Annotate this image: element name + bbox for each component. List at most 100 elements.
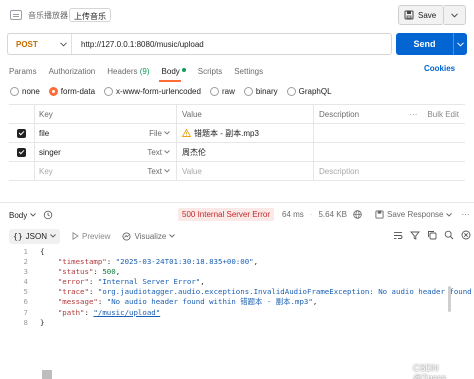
key-cell[interactable]: file File (35, 124, 177, 142)
request-name[interactable]: 上传音乐 (69, 8, 111, 22)
radio-button[interactable] (10, 86, 19, 96)
body-type-graphql[interactable]: GraphQL (286, 86, 332, 96)
more-options-icon[interactable]: ··· (461, 210, 469, 219)
row-enabled-checkbox[interactable] (17, 128, 26, 138)
tab-headers[interactable]: Headers (9) (107, 67, 149, 76)
type-select[interactable]: Text (147, 167, 170, 176)
tab-body[interactable]: Body (162, 67, 186, 76)
table-header-row: Key Value Description ··· Bulk Edit (9, 105, 465, 124)
type-select[interactable]: File (149, 129, 170, 138)
response-size[interactable]: 5.64 KB (318, 210, 346, 219)
tab-settings[interactable]: Settings (234, 67, 263, 76)
send-button[interactable]: Send (396, 33, 453, 55)
body-type-label: form-data (60, 86, 96, 96)
file-chip[interactable]: 错题本 - 副本.mp3 (182, 128, 259, 139)
radio-button[interactable] (243, 86, 253, 96)
radio-button[interactable] (209, 86, 219, 96)
status-badge[interactable]: 500 Internal Server Error (178, 208, 275, 221)
description-cell[interactable] (314, 143, 465, 161)
more-options-icon[interactable]: ··· (409, 110, 417, 119)
body-type-raw[interactable]: raw (209, 86, 235, 96)
save-label: Save (418, 10, 437, 20)
line-number: 7 (23, 307, 28, 317)
json-key: "error" (57, 277, 89, 287)
vertical-scrollbar[interactable] (448, 286, 451, 312)
breadcrumb-separator: / (64, 10, 67, 19)
horizontal-scrollbar-thumb[interactable] (42, 370, 52, 379)
row-checkbox-cell (9, 162, 35, 180)
cookies-link[interactable]: Cookies (424, 64, 455, 73)
history-icon[interactable] (43, 210, 53, 220)
response-body-tab[interactable]: Body (9, 210, 53, 220)
clear-icon[interactable] (461, 230, 471, 240)
radio-button[interactable] (104, 86, 114, 96)
json-link-value[interactable]: "/music/upload" (93, 308, 160, 318)
search-icon[interactable] (444, 230, 454, 240)
tab-scripts[interactable]: Scripts (198, 67, 222, 76)
preview-label: Preview (81, 231, 111, 241)
chevron-down-icon (164, 150, 170, 154)
chevron-down-icon (446, 212, 453, 217)
key-value: file (39, 128, 50, 138)
json-brace-close: } (40, 317, 45, 327)
headers-count: (9) (139, 66, 150, 76)
save-options-button[interactable] (444, 5, 466, 25)
value-placeholder: Value (182, 166, 202, 176)
json-value: "Internal Server Error" (97, 277, 201, 287)
preview-button[interactable]: Preview (72, 232, 110, 241)
row-checkbox-cell (9, 124, 35, 142)
method-select[interactable]: POST (8, 34, 72, 54)
tab-params[interactable]: Params (9, 67, 37, 76)
description-placeholder: Description (319, 166, 360, 176)
json-key: "message" (57, 297, 98, 307)
form-data-table: Key Value Description ··· Bulk Edit file… (9, 104, 465, 181)
body-type-none[interactable]: none (10, 86, 40, 96)
body-type-urlencoded[interactable]: x-www-form-urlencoded (104, 86, 201, 96)
format-label: JSON (25, 231, 47, 241)
save-button[interactable]: Save (398, 5, 444, 25)
response-json-viewer[interactable]: 1{ 2 "timestamp": "2025-03-24T01:30:18.8… (18, 247, 474, 328)
description-cell[interactable]: Description (314, 162, 465, 180)
row-checkbox-cell (9, 143, 35, 161)
bulk-edit-link[interactable]: Bulk Edit (427, 110, 459, 119)
url-input[interactable]: http://127.0.0.1:8080/music/upload (72, 40, 204, 49)
body-type-form-data[interactable]: form-data (48, 86, 96, 96)
breadcrumb-collection[interactable]: 音乐播放器 (28, 10, 68, 21)
type-select[interactable]: Text (147, 148, 170, 157)
value-cell[interactable]: 周杰伦 (177, 143, 314, 161)
watermark: CSDN @Tgsss (413, 363, 447, 379)
request-tabs: Params Authorization Headers (9) Body Sc… (9, 64, 275, 78)
copy-icon[interactable] (427, 230, 437, 240)
description-header-label: Description (319, 109, 360, 119)
body-type-label: raw (221, 86, 235, 96)
value-cell[interactable]: Value (177, 162, 314, 180)
response-time[interactable]: 64 ms (282, 210, 304, 219)
send-options-button[interactable] (453, 33, 467, 55)
radio-button-selected[interactable] (48, 86, 58, 96)
key-cell[interactable]: Key Text (35, 162, 177, 180)
filter-icon[interactable] (410, 231, 420, 240)
body-type-binary[interactable]: binary (243, 86, 278, 96)
line-number: 6 (23, 297, 28, 307)
key-cell[interactable]: singer Text (35, 143, 177, 161)
globe-icon[interactable] (353, 210, 362, 219)
json-key: "timestamp" (57, 257, 107, 267)
wrap-lines-icon[interactable] (393, 231, 403, 240)
visualize-button[interactable]: Visualize (122, 232, 176, 241)
chevron-down-icon (164, 169, 170, 173)
value-cell[interactable]: 错题本 - 副本.mp3 (177, 124, 314, 142)
meta-separator: · (309, 210, 313, 219)
format-select[interactable]: {} JSON (9, 228, 60, 244)
chevron-down-icon (30, 213, 37, 217)
save-response-button[interactable]: Save Response ··· (375, 210, 469, 219)
row-enabled-checkbox[interactable] (17, 147, 26, 157)
save-icon (404, 10, 414, 20)
description-cell[interactable] (314, 124, 465, 142)
tab-authorization[interactable]: Authorization (49, 67, 96, 76)
json-brace-open: { (40, 247, 45, 256)
chevron-down-icon (451, 12, 458, 18)
line-number: 5 (23, 287, 28, 297)
radio-button[interactable] (286, 86, 296, 96)
header-checkbox-cell (9, 105, 35, 123)
key-value: singer (39, 147, 61, 157)
